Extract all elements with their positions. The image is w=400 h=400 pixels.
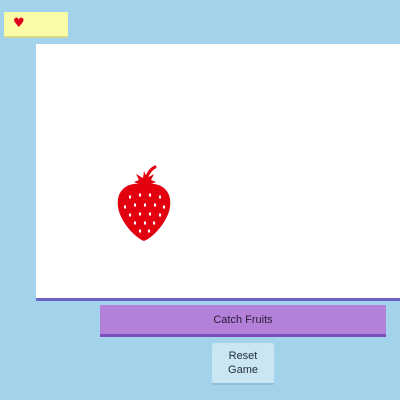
- reset-label-line2: Game: [228, 364, 258, 376]
- catch-fruits-label: Catch Fruits: [213, 313, 273, 326]
- catch-fruits-button[interactable]: Catch Fruits: [100, 305, 386, 337]
- strawberry-icon[interactable]: [116, 161, 172, 245]
- reset-game-button[interactable]: Reset Game: [212, 343, 274, 385]
- reset-label-line1: Reset: [228, 350, 258, 362]
- game-screen: ♥ Catch Fruits Reset Game: [0, 0, 400, 400]
- heart-icon: ♥: [13, 16, 25, 31]
- play-area[interactable]: [36, 44, 400, 301]
- lives-indicator: ♥: [4, 12, 68, 38]
